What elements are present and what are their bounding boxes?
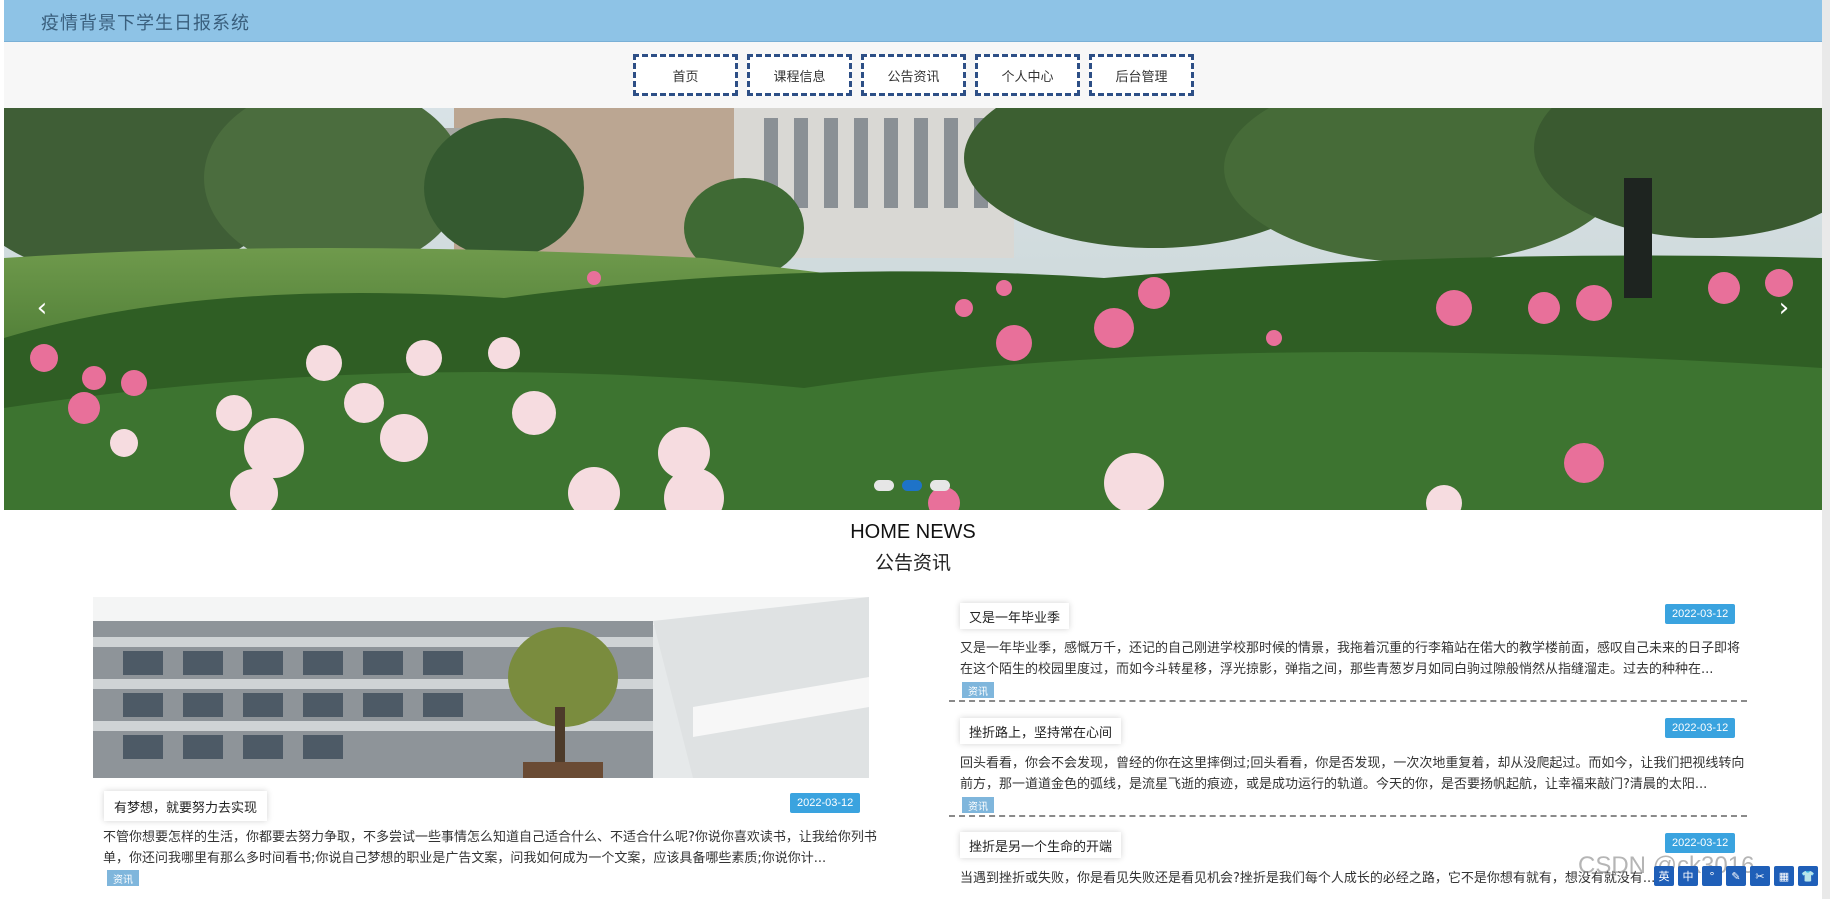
nav-item-courses[interactable]: 课程信息 (747, 54, 852, 96)
banner-dot-2[interactable] (902, 480, 922, 491)
banner-dot-3[interactable] (930, 480, 950, 491)
banner-carousel[interactable]: ‹ › (4, 108, 1822, 510)
ime-punctuation-icon[interactable]: ° (1702, 866, 1722, 886)
news-item-1-excerpt: 又是一年毕业季，感慨万千，还记的自己刚进学校那时候的情景，我拖着沉重的行李箱站在… (960, 641, 1741, 677)
news-heading-en: HOME NEWS (850, 521, 976, 543)
featured-building-image (93, 597, 869, 778)
page: 疫情背景下学生日报系统 首页 课程信息 公告资讯 个人中心 后台管理 ‹ › H… (4, 0, 1822, 899)
news-separator (949, 700, 1747, 702)
nav-item-admin[interactable]: 后台管理 (1089, 54, 1194, 96)
ime-skin-icon[interactable]: 👕 (1798, 866, 1818, 886)
news-item-2-excerpt: 回头看看，你会不会发现，曾经的你在这里摔倒过;回头看看，你是否发现，一次次地重复… (960, 756, 1745, 792)
news-item-3-title[interactable]: 挫折是另一个生命的开端 (960, 832, 1122, 858)
featured-news-title[interactable]: 有梦想，就要努力去实现 (104, 791, 268, 821)
banner-dots (874, 480, 950, 491)
banner-image (4, 108, 1822, 510)
featured-news-date: 2022-03-12 (790, 793, 861, 813)
ime-chinese-icon[interactable]: 中 (1678, 866, 1698, 886)
nav-item-announcements[interactable]: 公告资讯 (861, 54, 966, 96)
site-title: 疫情背景下学生日报系统 (41, 13, 250, 34)
news-item-3-date: 2022-03-12 (1665, 833, 1736, 853)
site-header: 疫情背景下学生日报系统 (4, 0, 1822, 42)
banner-next-arrow[interactable]: › (1764, 288, 1804, 328)
nav-item-personal-center[interactable]: 个人中心 (975, 54, 1080, 96)
news-heading-cn: 公告资讯 (874, 552, 951, 574)
nav-item-home[interactable]: 首页 (633, 54, 738, 96)
ime-toolbar: 英 中 ° ✎ ✂ ▦ 👕 ⚙ (1654, 866, 1822, 888)
news-item-1-tag[interactable]: 资讯 (962, 682, 994, 698)
ime-keyboard-icon[interactable]: ▦ (1774, 866, 1794, 886)
ime-screenshot-icon[interactable]: ✂ (1750, 866, 1770, 886)
featured-news-image[interactable] (93, 597, 869, 778)
news-item-1-date: 2022-03-12 (1665, 604, 1736, 624)
page-scrollbar[interactable] (1822, 0, 1830, 899)
news-item-1-title[interactable]: 又是一年毕业季 (960, 603, 1070, 629)
main-nav: 首页 课程信息 公告资讯 个人中心 后台管理 (4, 42, 1822, 108)
featured-news-excerpt: 不管你想要怎样的生活，你都要去努力争取，不多尝试一些事情怎么知道自己适合什么、不… (103, 830, 877, 866)
featured-news-tag[interactable]: 资讯 (107, 870, 139, 886)
news-item-2-title[interactable]: 挫折路上，坚持常在心间 (960, 718, 1122, 744)
news-separator (949, 815, 1747, 817)
news-item-2-date: 2022-03-12 (1665, 718, 1736, 738)
ime-handwriting-icon[interactable]: ✎ (1726, 866, 1746, 886)
news-item-2-tag[interactable]: 资讯 (962, 797, 994, 813)
banner-dot-1[interactable] (874, 480, 894, 491)
banner-prev-arrow[interactable]: ‹ (22, 288, 62, 328)
ime-lang-icon[interactable]: 英 (1654, 866, 1674, 886)
